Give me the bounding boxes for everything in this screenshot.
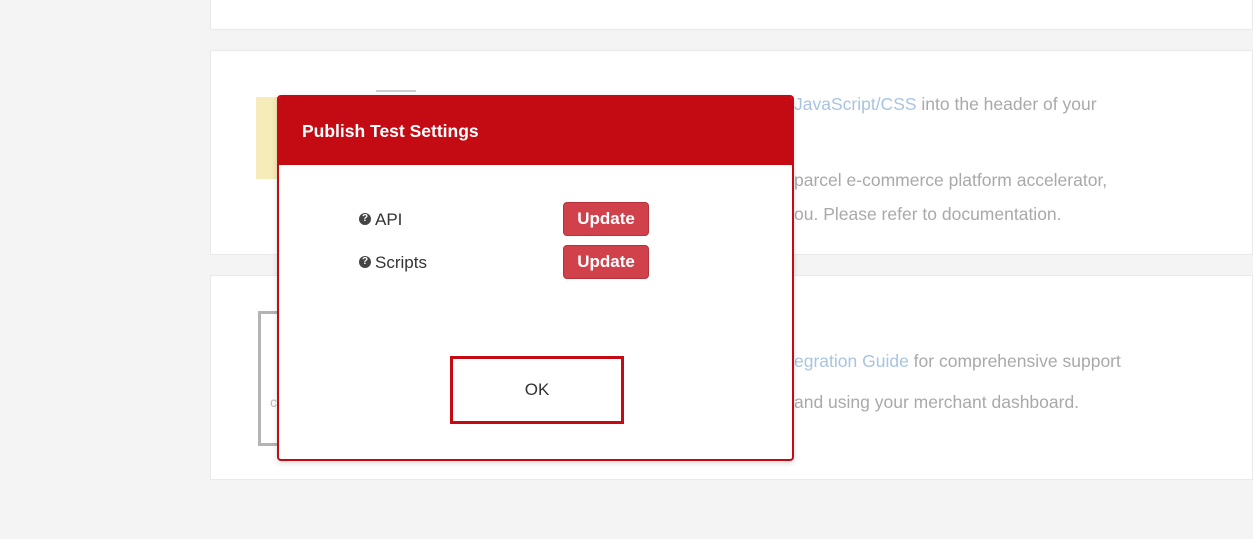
card-text-line: parcel e-commerce platform accelerator, — [794, 170, 1108, 190]
setting-label-scripts: Scripts — [375, 253, 427, 272]
update-scripts-button[interactable]: Update — [563, 245, 649, 279]
image-frame — [258, 311, 278, 446]
question-circle-icon[interactable]: ? — [359, 256, 371, 268]
card-text-line: and using your merchant dashboard. — [794, 392, 1080, 412]
card-text-fragment: for comprehensive support — [908, 351, 1121, 371]
dialog-header: Publish Test Settings — [279, 97, 792, 165]
publish-test-settings-dialog: Publish Test Settings ? API Update ? Scr… — [277, 95, 794, 461]
card-text-line: ou. Please refer to documentation. — [794, 204, 1062, 224]
card-text-line: JavaScript/CSS into the header of your — [794, 94, 1097, 115]
integration-guide-link[interactable]: egration Guide — [794, 351, 909, 371]
setting-label-api: API — [375, 210, 403, 229]
frame-letter: c — [270, 394, 277, 410]
card-text-line: egration Guide for comprehensive support — [794, 351, 1121, 372]
dialog-title: Publish Test Settings — [302, 121, 479, 141]
page: c JavaScript/CSS into the header of your… — [0, 0, 1253, 539]
setting-row-api: ? API Update — [359, 202, 659, 236]
question-circle-icon[interactable]: ? — [359, 213, 371, 225]
card-text-fragment: into the header of your — [916, 94, 1097, 114]
javascript-css-link[interactable]: JavaScript/CSS — [794, 94, 917, 114]
content-card-top — [210, 0, 1253, 30]
setting-row-scripts: ? Scripts Update — [359, 245, 659, 279]
ok-button[interactable]: OK — [450, 356, 624, 424]
update-api-button[interactable]: Update — [563, 202, 649, 236]
